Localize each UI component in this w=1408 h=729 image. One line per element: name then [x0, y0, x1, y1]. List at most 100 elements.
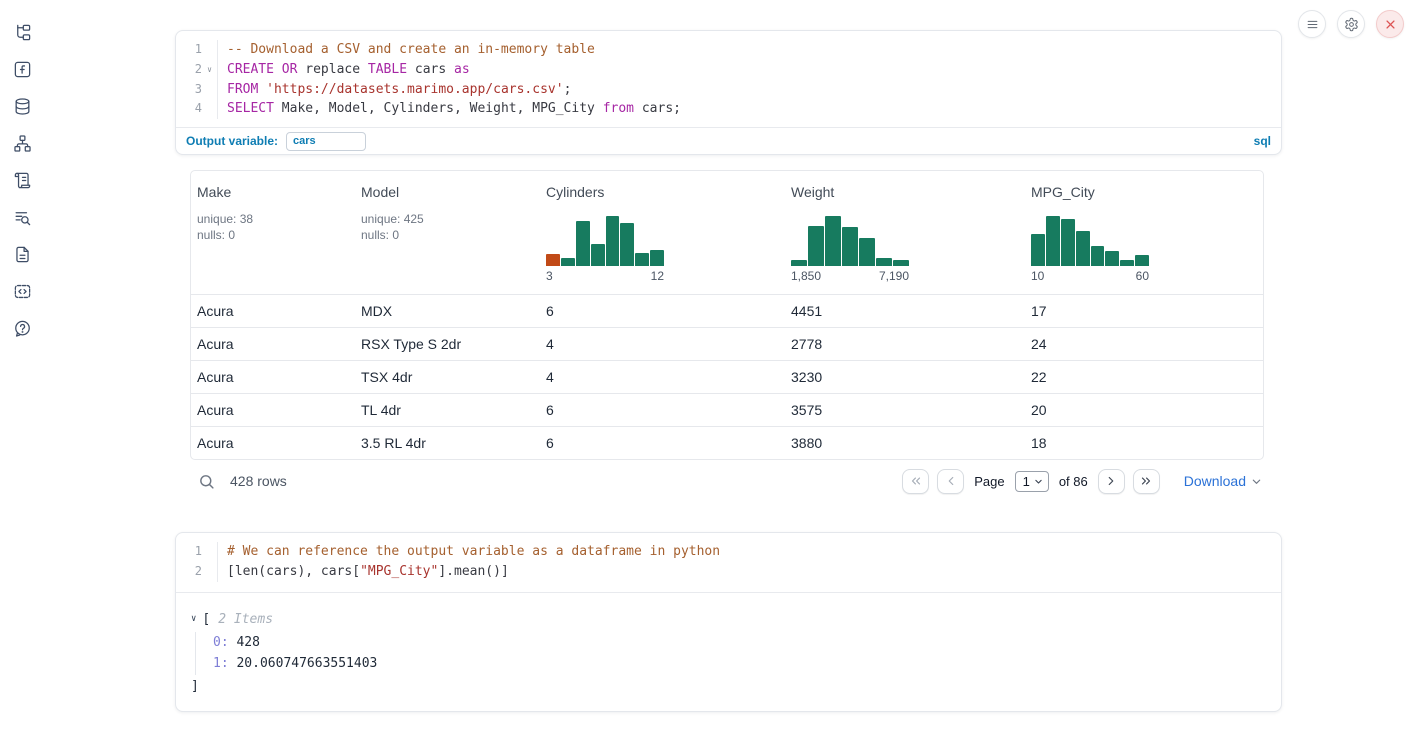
first-page-button[interactable] — [902, 469, 929, 494]
sidebar-logs-button[interactable] — [13, 171, 32, 190]
table-row: AcuraMDX6445117 — [191, 294, 1263, 327]
histogram-bar — [635, 253, 649, 266]
chevron-left-icon — [944, 474, 958, 488]
histogram-bar — [620, 223, 634, 266]
row-count: 428 rows — [230, 473, 287, 489]
column-name: Model — [361, 184, 534, 200]
column-histogram: 1,8507,190 — [791, 216, 909, 283]
page-number-select[interactable]: 1 — [1015, 471, 1049, 492]
shutdown-button[interactable] — [1376, 10, 1404, 38]
table-cell: TL 4dr — [355, 402, 540, 418]
sidebar-dependency-graph-button[interactable] — [13, 134, 32, 153]
line-number: 2 — [182, 60, 202, 80]
chevron-down-icon — [1251, 476, 1262, 487]
histogram-axis-label: 1,850 — [791, 269, 821, 283]
next-page-button[interactable] — [1098, 469, 1125, 494]
table-cell: Acura — [191, 369, 355, 385]
table-cell: 6 — [540, 402, 785, 418]
window-controls — [1298, 10, 1404, 38]
column-name: Cylinders — [546, 184, 779, 200]
menu-button[interactable] — [1298, 10, 1326, 38]
table-header-row: Makeunique: 38nulls: 0 Model unique: 425nu… — [191, 171, 1263, 294]
code-line: 1# We can reference the output variable … — [182, 542, 1281, 562]
column-name: Make — [197, 184, 349, 200]
table-cell: 2778 — [785, 336, 1025, 352]
output-tree-entry: 0: 428 — [213, 632, 1281, 654]
language-badge: sql — [1254, 134, 1271, 148]
line-number: 3 — [182, 80, 202, 100]
table-cell: 4 — [540, 369, 785, 385]
table-body: AcuraMDX6445117AcuraRSX Type S 2dr427782… — [191, 294, 1263, 459]
sidebar-scratchpad-button[interactable] — [13, 208, 32, 227]
table-footer: 428 rows Page 1 of 86 Download — [190, 464, 1264, 498]
settings-button[interactable] — [1337, 10, 1365, 38]
table-cell: RSX Type S 2dr — [355, 336, 540, 352]
line-number: 1 — [182, 542, 202, 562]
table-cell: 3575 — [785, 402, 1025, 418]
histogram-axis-label: 12 — [651, 269, 664, 283]
page-number-value: 1 — [1023, 474, 1030, 489]
help-circle-icon — [13, 319, 32, 338]
histogram-bar — [842, 227, 858, 266]
output-variable-input[interactable] — [286, 132, 366, 151]
column-name: MPG_City — [1031, 184, 1259, 200]
code-line: 1-- Download a CSV and create an in-memo… — [182, 40, 1281, 60]
open-bracket: [ — [202, 609, 210, 631]
download-button[interactable]: Download — [1184, 473, 1262, 489]
chevron-right-icon — [1104, 474, 1118, 488]
output-tree-head: ∨ [ 2 Items — [191, 609, 1281, 631]
fold-indicator-icon[interactable]: ∨ — [202, 60, 217, 80]
collapse-chevron-icon[interactable]: ∨ — [191, 609, 196, 631]
code-content: SELECT Make, Model, Cylinders, Weight, M… — [217, 99, 1281, 119]
histogram-bar — [576, 221, 590, 266]
table-cell: 4451 — [785, 303, 1025, 319]
previous-page-button[interactable] — [937, 469, 964, 494]
table-cell: 18 — [1025, 435, 1264, 451]
output-tree-children: 0: 4281: 20.060747663551403 — [195, 632, 1281, 675]
histogram-bar — [1135, 255, 1149, 266]
sidebar-variables-button[interactable] — [13, 60, 32, 79]
table-row: AcuraTSX 4dr4323022 — [191, 360, 1263, 393]
column-histogram: 312 — [546, 216, 664, 283]
table-cell: 22 — [1025, 369, 1264, 385]
histogram-axis-label: 60 — [1136, 269, 1149, 283]
sql-cell-footer: Output variable: sql — [176, 127, 1281, 154]
sidebar-data-sources-button[interactable] — [13, 97, 32, 116]
file-text-icon — [13, 245, 32, 264]
code-line: 2∨CREATE OR replace TABLE cars as — [182, 60, 1281, 80]
python-code-editor[interactable]: 1# We can reference the output variable … — [176, 533, 1281, 582]
table-row: AcuraTL 4dr6357520 — [191, 393, 1263, 426]
sidebar-help-button[interactable] — [13, 319, 32, 338]
column-header-mpg_city[interactable]: MPG_City1060 — [1025, 171, 1264, 294]
last-page-button[interactable] — [1133, 469, 1160, 494]
notebook: 1 -- Download a CSV and create an in-memo… — [175, 0, 1282, 729]
sidebar-documentation-button[interactable] — [13, 245, 32, 264]
table-cell: 6 — [540, 303, 785, 319]
download-label: Download — [1184, 473, 1246, 489]
histogram-bar — [859, 238, 875, 266]
sql-code-editor[interactable]: 1-- Download a CSV and create an in-memo… — [176, 31, 1281, 119]
histogram-bar — [825, 216, 841, 266]
search-icon[interactable] — [198, 473, 215, 490]
column-header-model[interactable]: Model unique: 425nulls: 0 — [355, 171, 540, 294]
table-cell: 24 — [1025, 336, 1264, 352]
sidebar-snippets-button[interactable] — [13, 282, 32, 301]
column-stats: unique: 425nulls: 0 — [361, 211, 534, 243]
database-icon — [13, 97, 32, 116]
hamburger-icon — [1305, 17, 1320, 32]
column-header-cylinders[interactable]: Cylinders 312 — [540, 171, 785, 294]
histogram-bar — [1046, 216, 1060, 266]
histogram-bar — [561, 258, 575, 266]
sidebar-file-explorer-button[interactable] — [13, 23, 32, 42]
entry-index: 0: — [213, 635, 229, 650]
page-label: Page — [974, 474, 1004, 489]
python-output: ∨ [ 2 Items 0: 4281: 20.060747663551403 … — [176, 592, 1281, 711]
histogram-bar — [606, 216, 620, 266]
column-header-weight[interactable]: Weight1,8507,190 — [785, 171, 1025, 294]
table-cell: Acura — [191, 303, 355, 319]
histogram-bar — [1061, 219, 1075, 266]
code-content: -- Download a CSV and create an in-memor… — [217, 40, 1281, 60]
column-header-make[interactable]: Makeunique: 38nulls: 0 — [191, 171, 355, 294]
code-content: [len(cars), cars["MPG_City"].mean()] — [217, 562, 1281, 582]
histogram-bar — [546, 254, 560, 266]
